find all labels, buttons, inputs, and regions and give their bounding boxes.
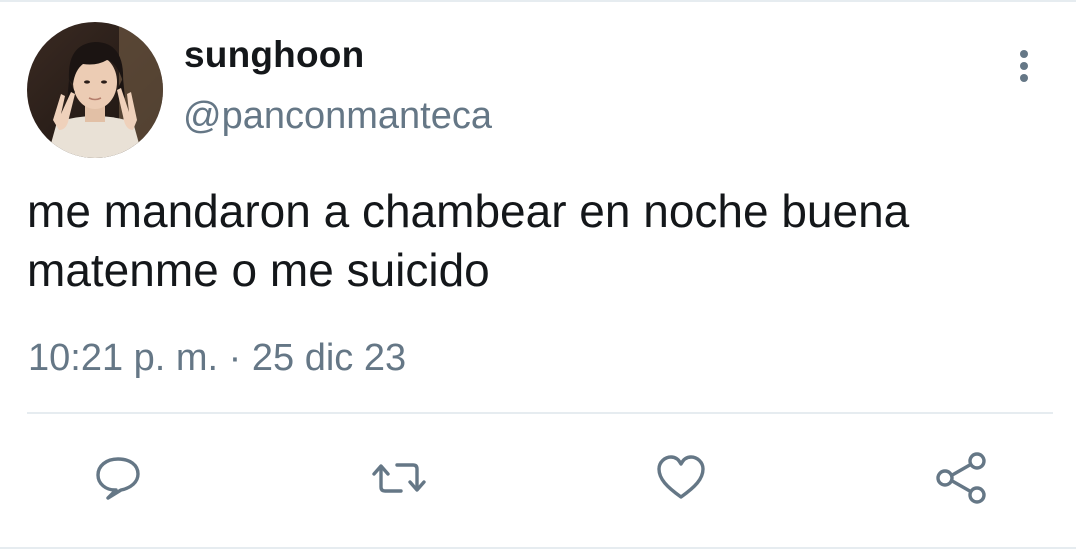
user-handle[interactable]: @panconmanteca (183, 95, 492, 138)
avatar-photo (27, 22, 163, 158)
retweet-icon (372, 463, 426, 493)
tweet-timestamp[interactable]: 10:21 p. m. · 25 dic 23 (28, 337, 406, 380)
more-options-button[interactable] (1006, 44, 1042, 88)
tweet-card: sunghoon @panconmanteca me mandaron a ch… (0, 0, 1076, 549)
more-vertical-icon (1020, 50, 1028, 82)
reply-button[interactable] (90, 450, 146, 506)
share-icon (936, 452, 986, 504)
share-button[interactable] (933, 450, 989, 506)
heart-icon (657, 455, 705, 499)
divider (27, 412, 1053, 414)
retweet-button[interactable] (371, 450, 427, 506)
comment-icon (96, 457, 140, 500)
like-button[interactable] (653, 450, 709, 506)
tweet-text: me mandaron a chambear en noche buena ma… (27, 185, 910, 296)
avatar[interactable] (27, 22, 163, 158)
display-name[interactable]: sunghoon (184, 34, 364, 76)
